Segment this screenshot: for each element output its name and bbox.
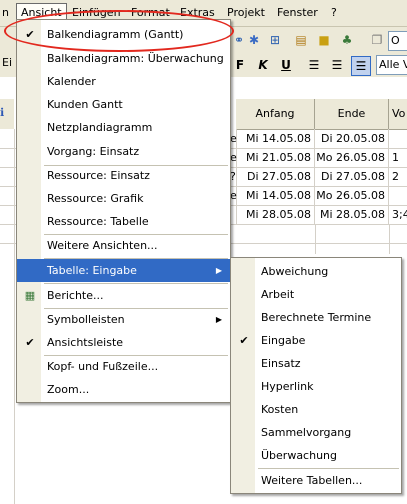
menu-item-label: Einsatz	[261, 357, 301, 370]
menu-item-vorgang-einsatz[interactable]: Vorgang: Einsatz	[17, 140, 230, 163]
submenu-item-berechnete-termine[interactable]: Berechnete Termine	[231, 306, 401, 329]
col-header-ende[interactable]: Ende	[315, 99, 389, 130]
menu-item-berichte[interactable]: ▦ Berichte...	[17, 284, 230, 307]
col-header-anfang[interactable]: Anfang	[236, 99, 315, 130]
menu-item-kalender[interactable]: Kalender	[17, 70, 230, 93]
align-center-icon[interactable]: ☰	[328, 56, 346, 74]
tabelle-submenu: Abweichung Arbeit Berechnete Termine ✔ E…	[230, 257, 402, 494]
submenu-item-abweichung[interactable]: Abweichung	[231, 260, 401, 283]
menu-item-weitere-ansichten[interactable]: Weitere Ansichten...	[17, 234, 230, 257]
cell-end[interactable]: Di 27.05.08	[315, 167, 389, 187]
menu-item-label: Ressource: Tabelle	[47, 215, 149, 228]
cell-start[interactable]: Mi 28.05.08	[236, 205, 315, 225]
bold-button[interactable]: F	[231, 56, 249, 74]
submenu-item-kosten[interactable]: Kosten	[231, 398, 401, 421]
align-right-icon[interactable]: ☰	[351, 56, 371, 76]
cell-end[interactable]: Di 20.05.08	[315, 129, 389, 149]
menu-item-label: Abweichung	[261, 265, 329, 278]
cell-pred[interactable]: 1	[389, 148, 407, 168]
check-icon: ✔	[25, 336, 35, 349]
cell-start[interactable]: Mi 21.05.08	[236, 148, 315, 168]
submenu-item-hyperlink[interactable]: Hyperlink	[231, 375, 401, 398]
tool-notes-icon[interactable]: ▤	[292, 31, 310, 49]
menu-help[interactable]: ?	[327, 4, 341, 22]
menu-item-label: Sammelvorgang	[261, 426, 352, 439]
menu-item-ressource-tabelle[interactable]: Ressource: Tabelle	[17, 210, 230, 233]
grid-line	[315, 224, 316, 254]
cell-end[interactable]: Mo 26.05.08	[315, 186, 389, 206]
tool-assign-icon[interactable]: ♣	[338, 31, 356, 49]
menu-item-label: Berichte...	[47, 289, 104, 302]
submenu-item-eingabe[interactable]: ✔ Eingabe	[231, 329, 401, 352]
menu-item-label: Vorgang: Einsatz	[47, 145, 140, 158]
menu-item-label: Ressource: Grafik	[47, 192, 144, 205]
menu-item-label: Hyperlink	[261, 380, 314, 393]
tool-folder-icon[interactable]: ■	[315, 31, 333, 49]
cell-start[interactable]: Di 27.05.08	[236, 167, 315, 187]
cell-start[interactable]: Mi 14.05.08	[236, 129, 315, 149]
menu-item-label: Kalender	[47, 75, 96, 88]
menu-item-label: Zoom...	[47, 383, 90, 396]
menu-item-ressource-grafik[interactable]: Ressource: Grafik	[17, 187, 230, 210]
cell-pred[interactable]	[389, 186, 407, 206]
cell-end[interactable]: Mo 26.05.08	[315, 148, 389, 168]
cell-pred[interactable]: 2	[389, 167, 407, 187]
view-filter-combo[interactable]: Alle V	[376, 55, 407, 75]
submenu-arrow-icon: ▶	[215, 315, 222, 324]
menu-item-label: Kosten	[261, 403, 299, 416]
grid-line	[389, 224, 390, 254]
menu-item-label: Tabelle: Eingabe	[47, 264, 137, 277]
info-header: ℹ	[0, 99, 14, 129]
underline-button[interactable]: U	[277, 56, 295, 74]
cell-start[interactable]: Mi 14.05.08	[236, 186, 315, 206]
menu-item-label: Ressource: Einsatz	[47, 169, 150, 182]
submenu-item-ueberwachung[interactable]: Überwachung	[231, 444, 401, 467]
menu-item-label: Symbolleisten	[47, 313, 125, 326]
menu-item-label: Weitere Ansichten...	[47, 239, 158, 252]
menu-item-tabelle-eingabe[interactable]: Tabelle: Eingabe ▶	[17, 259, 230, 282]
italic-button[interactable]: K	[254, 56, 272, 74]
submenu-arrow-icon: ▶	[215, 266, 222, 275]
submenu-item-sammelvorgang[interactable]: Sammelvorgang	[231, 421, 401, 444]
ansicht-menu: ✔ Balkendiagramm (Gantt) Balkendiagramm:…	[16, 19, 231, 403]
menu-item-symbolleisten[interactable]: Symbolleisten ▶	[17, 308, 230, 331]
cell-end[interactable]: Mi 28.05.08	[315, 205, 389, 225]
menu-item-kunden-gantt[interactable]: Kunden Gantt	[17, 93, 230, 116]
menu-item-netzplandiagramm[interactable]: Netzplandiagramm	[17, 116, 230, 139]
menu-item-label: Berechnete Termine	[261, 311, 372, 324]
menu-item-label: Kopf- und Fußzeile...	[47, 360, 159, 373]
menu-item-ansichtsleiste[interactable]: ✔ Ansichtsleiste	[17, 331, 230, 354]
tool-copy-icon[interactable]: ❐	[368, 31, 386, 49]
check-icon: ✔	[239, 334, 249, 347]
tool-grid-icon[interactable]: ⊞	[266, 31, 284, 49]
align-left-icon[interactable]: ☰	[305, 56, 323, 74]
menu-item-label: Eingabe	[261, 334, 306, 347]
menu-item-kopf-fusszeile[interactable]: Kopf- und Fußzeile...	[17, 355, 230, 378]
menu-item-label: Kunden Gantt	[47, 98, 123, 111]
menu-item-label: Weitere Tabellen...	[261, 474, 363, 487]
info-icon: ℹ	[0, 106, 5, 119]
menu-item-label: Überwachung	[261, 449, 338, 462]
menu-fenster[interactable]: Fenster	[273, 4, 322, 22]
cell-pred[interactable]	[389, 129, 407, 149]
menu-item-label: Ansichtsleiste	[47, 336, 124, 349]
submenu-item-einsatz[interactable]: Einsatz	[231, 352, 401, 375]
tool-split-icon[interactable]: ✱	[245, 31, 263, 49]
submenu-item-weitere-tabellen[interactable]: Weitere Tabellen...	[231, 469, 401, 492]
cell-pred[interactable]: 3;4	[389, 205, 407, 225]
col-header-vorgaenger[interactable]: Vo	[389, 99, 407, 130]
menu-ansicht-cut[interactable]: n	[0, 4, 13, 22]
annotation-ellipse	[4, 10, 234, 52]
menu-item-zoom[interactable]: Zoom...	[17, 378, 230, 401]
menu-item-ressource-einsatz[interactable]: Ressource: Einsatz	[17, 164, 230, 187]
submenu-item-arbeit[interactable]: Arbeit	[231, 283, 401, 306]
right-combo[interactable]: O	[388, 31, 407, 51]
report-icon: ▦	[24, 289, 36, 302]
menu-item-label: Arbeit	[261, 288, 295, 301]
menu-item-label: Netzplandiagramm	[47, 121, 153, 134]
